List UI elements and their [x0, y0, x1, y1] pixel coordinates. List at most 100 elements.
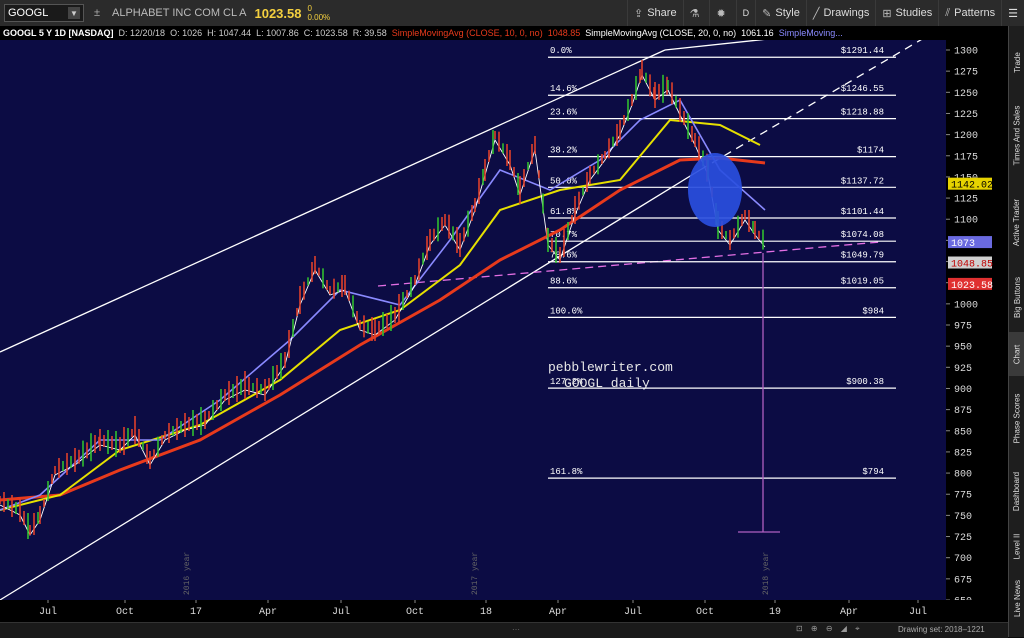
year-label-2016: 2016 year — [183, 552, 192, 595]
right-sidebar: Trade Times And Sales Active Trader Big … — [1008, 26, 1024, 637]
price-tick-label: 1175 — [954, 152, 978, 163]
time-tick-label: Jul — [624, 606, 642, 618]
annotation-line-1: pebblewriter.com — [548, 360, 673, 375]
symbol-selector[interactable]: GOOGL ▼ — [4, 4, 84, 22]
price-badge-label: 1048.85 — [951, 260, 993, 271]
target-marker — [738, 253, 780, 533]
trend-lines — [0, 19, 947, 601]
time-axis[interactable]: Jul Oct 17 Apr Jul Oct 18 Apr Jul Oct 19 Apr Jul — [0, 600, 1008, 622]
timeframe-button[interactable]: D — [735, 0, 756, 26]
share-button[interactable]: ⇪ Share — [626, 0, 683, 26]
sma10-label[interactable]: SimpleMovingAvg (CLOSE, 10, 0, no) — [392, 28, 543, 38]
tab-dashboard[interactable]: Dashboard — [1009, 460, 1024, 522]
tab-active-trader[interactable]: Active Trader — [1009, 182, 1024, 262]
tab-chart[interactable]: Chart — [1009, 332, 1024, 376]
time-tick-label: Oct — [696, 607, 714, 618]
change-value: 0 — [307, 4, 312, 13]
drawings-button[interactable]: ╱ Drawings — [805, 0, 875, 26]
price-tick-label: 800 — [954, 470, 972, 481]
price-tick-label: 950 — [954, 343, 972, 354]
annotation-line-2: GOOGL daily — [564, 376, 650, 391]
moving-averages — [0, 73, 766, 536]
fib-price-label: $900.38 — [846, 377, 884, 387]
top-toolbar: GOOGL ▼ ± ALPHABET INC COM CL A 1023.58 … — [0, 0, 1024, 27]
menu-icon: ☰ — [1008, 7, 1018, 20]
fib-price-label: $1174 — [857, 146, 884, 156]
year-label-2018: 2018 year — [762, 552, 771, 595]
time-tick-label: Jul — [39, 606, 57, 618]
settings-button[interactable]: ✹ — [709, 0, 735, 26]
fib-price-label: $1101.44 — [841, 207, 884, 217]
tab-live-news[interactable]: Live News — [1009, 570, 1024, 626]
info-range: R: 39.58 — [352, 28, 387, 38]
studies-button[interactable]: ⊞ Studies — [875, 0, 938, 26]
patterns-button[interactable]: ⫽ Patterns — [938, 0, 1001, 26]
menu-button[interactable]: ☰ — [1001, 0, 1024, 26]
time-tick-label: Apr — [549, 607, 567, 618]
patterns-icon: ⫽ — [945, 6, 951, 19]
zoom-icons[interactable]: ⊡ ⊕ ⊖ ◢ ⌖ — [796, 624, 863, 634]
price-tick-label: 1225 — [954, 110, 978, 121]
price-tick-label: 850 — [954, 427, 972, 438]
time-axis-canvas: Jul Oct 17 Apr Jul Oct 18 Apr Jul Oct 19 Apr Jul — [39, 600, 927, 618]
symbol-text: GOOGL — [8, 7, 49, 19]
scroll-handle-icon[interactable]: ⋯ — [512, 625, 520, 634]
plus-minus-icon[interactable]: ± — [90, 6, 104, 20]
time-tick-label: Apr — [840, 607, 858, 618]
fib-percent-label: 161.8% — [550, 467, 583, 477]
last-price: 1023.58 — [254, 5, 302, 21]
sma20-label[interactable]: SimpleMovingAvg (CLOSE, 20, 0, no) — [585, 28, 736, 38]
price-tick-label: 975 — [954, 322, 972, 333]
price-tick-label: 875 — [954, 406, 972, 417]
style-button[interactable]: ✎ Style — [755, 0, 806, 26]
sma10-value: 1048.85 — [547, 28, 581, 38]
price-badge-label: 1142.02 — [951, 181, 993, 192]
info-high: H: 1047.44 — [207, 28, 252, 38]
upper-channel-extension[interactable] — [664, 19, 947, 51]
price-tick-label: 925 — [954, 364, 972, 375]
price-tick-label: 725 — [954, 533, 972, 544]
price-badge-label: 1073 — [951, 239, 975, 250]
tab-trade[interactable]: Trade — [1009, 38, 1024, 86]
time-tick-label: Oct — [116, 607, 134, 618]
price-tick-label: 750 — [954, 512, 972, 523]
price-tick-label: 900 — [954, 385, 972, 396]
info-date: D: 12/20/18 — [118, 28, 166, 38]
price-change: 0 0.00% — [307, 4, 330, 22]
fib-percent-label: 14.6% — [550, 84, 578, 94]
tab-level-ii[interactable]: Level II — [1009, 524, 1024, 568]
fib-price-label: $1137.72 — [841, 176, 884, 186]
price-tick-label: 1250 — [954, 89, 978, 100]
fib-percent-label: 61.8% — [550, 207, 578, 217]
fib-price-label: $1218.88 — [841, 108, 884, 118]
price-tick-label: 825 — [954, 448, 972, 459]
price-tick-label: 1000 — [954, 300, 978, 311]
change-percent: 0.00% — [307, 13, 331, 22]
studies-icon: ⊞ — [882, 7, 892, 20]
lower-channel-extension[interactable] — [699, 24, 947, 171]
tab-times-and-sales[interactable]: Times And Sales — [1009, 90, 1024, 180]
dashed-support-line[interactable] — [377, 241, 881, 287]
price-axis[interactable]: 1300127512501225120011751150112511001075… — [946, 40, 1008, 610]
info-close: C: 1023.58 — [303, 28, 348, 38]
sma20-value: 1061.16 — [741, 28, 774, 38]
price-chart[interactable]: 0.0% $1291.44 14.6% $1246.55 23.6% $1218.88 38… — [0, 19, 947, 610]
time-tick-label: 17 — [190, 607, 202, 618]
company-name: ALPHABET INC COM CL A — [112, 7, 247, 19]
tab-phase-scores[interactable]: Phase Scores — [1009, 378, 1024, 458]
price-tick-label: 1100 — [954, 216, 978, 227]
fib-percent-label: 88.6% — [550, 277, 578, 287]
fib-percent-label: 100.0% — [550, 306, 583, 316]
price-axis-canvas: 1300127512501225120011751150112511001075… — [946, 47, 993, 608]
tab-big-buttons[interactable]: Big Buttons — [1009, 264, 1024, 330]
time-tick-label: Apr — [259, 607, 277, 618]
fib-price-label: $984 — [862, 306, 884, 316]
price-tick-label: 775 — [954, 491, 972, 502]
status-bar: ⋯ ⊡ ⊕ ⊖ ◢ ⌖ Drawing set: 2018–1221 — [0, 622, 1008, 638]
price-tick-label: 1300 — [954, 47, 978, 58]
sma-more-label[interactable]: SimpleMoving... — [779, 28, 843, 38]
chart-canvas[interactable]: 0.0% $1291.44 14.6% $1246.55 23.6% $1218.88 38… — [0, 19, 947, 610]
chevron-down-icon[interactable]: ▼ — [68, 7, 80, 19]
flask-button[interactable]: ⚗ — [682, 0, 710, 26]
drawing-set-label[interactable]: Drawing set: 2018–1221 — [898, 625, 985, 634]
